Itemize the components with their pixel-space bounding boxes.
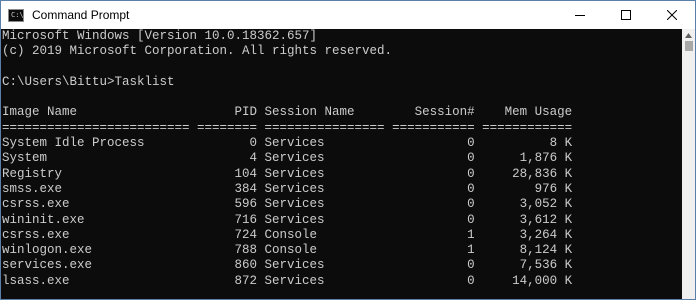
cell-mem-usage: 14,000 K (474, 273, 573, 288)
cell-mem-usage: 28,836 K (474, 166, 573, 181)
cell-session-name: Services (257, 197, 385, 212)
close-icon (667, 10, 677, 20)
table-row: csrss.exe 596 Services 0 3,052 K (2, 197, 682, 212)
cell-mem-usage: 976 K (474, 181, 573, 196)
scroll-thumb[interactable] (685, 41, 693, 51)
cell-pid: 788 (189, 243, 258, 258)
cell-session-number: 0 (384, 166, 475, 181)
cell-image-name: wininit.exe (2, 212, 190, 227)
console-line: (c) 2019 Microsoft Corporation. All righ… (2, 44, 393, 59)
console-icon[interactable]: C:\ (8, 8, 24, 22)
table-header: Image Name PID Session Name Session# Mem… (2, 105, 573, 120)
cell-mem-usage: 3,612 K (474, 212, 573, 227)
cell-pid: 716 (189, 212, 258, 227)
table-row: System Idle Process 0 Services 0 8 K (2, 136, 682, 151)
cell-pid: 596 (189, 197, 258, 212)
table-row: csrss.exe 724 Console 1 3,264 K (2, 228, 682, 243)
cell-session-name: Console (257, 243, 385, 258)
cell-session-number: 0 (384, 258, 475, 273)
cell-session-number: 0 (384, 197, 475, 212)
cell-image-name: winlogon.exe (2, 243, 190, 258)
table-row: wininit.exe 716 Services 0 3,612 K (2, 213, 682, 228)
cell-session-name: Console (257, 227, 385, 242)
console-icon-glyph: C:\ (11, 10, 24, 19)
close-button[interactable] (649, 1, 695, 29)
minimize-button[interactable] (557, 1, 603, 29)
cell-session-number: 1 (384, 243, 475, 258)
title-bar[interactable]: C:\ Command Prompt (1, 1, 695, 29)
cell-image-name: Registry (2, 166, 190, 181)
cell-session-name: Services (257, 258, 385, 273)
cell-mem-usage: 3,052 K (474, 197, 573, 212)
cell-session-name: Services (257, 166, 385, 181)
command-prompt-window: C:\ Command Prompt Microsoft Windows [Ve… (0, 0, 696, 300)
process-rows: System Idle Process 0 Services 0 8 K Syst… (2, 136, 682, 289)
cell-session-number: 0 (384, 273, 475, 288)
cell-session-number: 1 (384, 227, 475, 242)
cell-image-name: csrss.exe (2, 227, 190, 242)
cell-pid: 872 (189, 273, 258, 288)
minimize-icon (575, 15, 585, 16)
cell-session-number: 0 (384, 136, 475, 151)
cell-image-name: System (2, 151, 190, 166)
table-row: System 4 Services 0 1,876 K (2, 151, 682, 166)
cell-session-name: Services (257, 212, 385, 227)
cell-mem-usage: 1,876 K (474, 151, 573, 166)
table-row: winlogon.exe 788 Console 1 8,124 K (2, 243, 682, 258)
console-text: Microsoft Windows [Version 10.0.18362.65… (1, 29, 682, 289)
cell-pid: 0 (189, 136, 258, 151)
cell-pid: 384 (189, 181, 258, 196)
table-separator: ========================= ======== =====… (2, 120, 573, 135)
console-line: C:\Users\Bittu>Tasklist (2, 74, 175, 89)
vertical-scrollbar[interactable] (682, 29, 695, 299)
table-row: lsass.exe 872 Services 0 14,000 K (2, 274, 682, 289)
window-controls (557, 1, 695, 29)
cell-session-name: Services (257, 136, 385, 151)
cell-image-name: services.exe (2, 258, 190, 273)
cell-session-name: Services (257, 273, 385, 288)
cell-session-name: Services (257, 181, 385, 196)
cell-pid: 104 (189, 166, 258, 181)
maximize-button[interactable] (603, 1, 649, 29)
cell-image-name: lsass.exe (2, 273, 190, 288)
table-row: smss.exe 384 Services 0 976 K (2, 182, 682, 197)
cell-session-number: 0 (384, 212, 475, 227)
cell-image-name: System Idle Process (2, 136, 190, 151)
scroll-up-icon (685, 32, 692, 38)
cell-mem-usage: 3,264 K (474, 227, 573, 242)
cell-session-name: Services (257, 151, 385, 166)
table-row: services.exe 860 Services 0 7,536 K (2, 258, 682, 273)
cell-session-number: 0 (384, 151, 475, 166)
table-row: Registry 104 Services 0 28,836 K (2, 167, 682, 182)
console-output[interactable]: Microsoft Windows [Version 10.0.18362.65… (1, 29, 682, 299)
cell-pid: 860 (189, 258, 258, 273)
cell-image-name: csrss.exe (2, 197, 190, 212)
cell-mem-usage: 8,124 K (474, 243, 573, 258)
cell-image-name: smss.exe (2, 181, 190, 196)
window-title: Command Prompt (32, 8, 130, 22)
cell-session-number: 0 (384, 181, 475, 196)
maximize-icon (621, 10, 631, 20)
cell-pid: 4 (189, 151, 258, 166)
scroll-up-button[interactable] (682, 29, 695, 41)
console-line: Microsoft Windows [Version 10.0.18362.65… (2, 29, 318, 43)
cell-mem-usage: 7,536 K (474, 258, 573, 273)
cell-mem-usage: 8 K (474, 136, 573, 151)
cell-pid: 724 (189, 227, 258, 242)
